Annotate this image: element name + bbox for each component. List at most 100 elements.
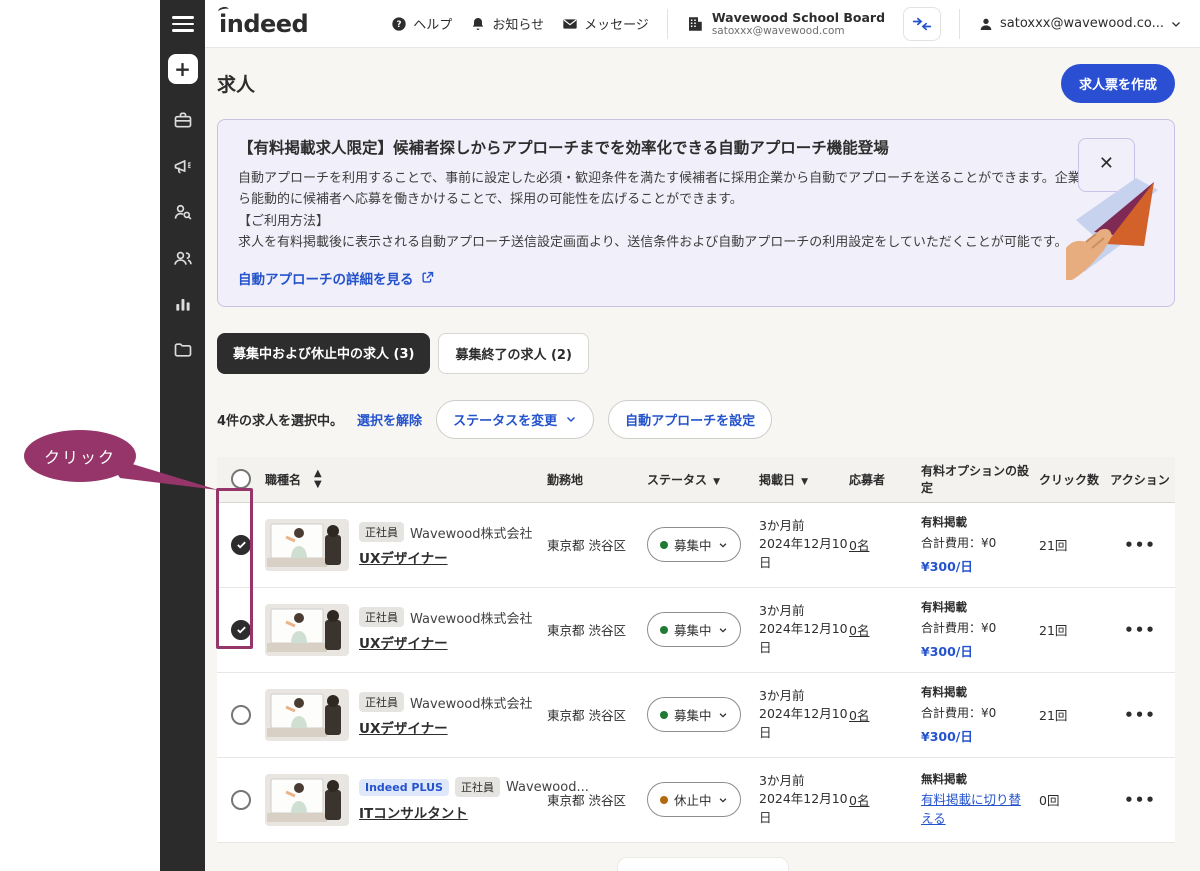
job-location: 東京都 渋谷区 — [547, 705, 647, 724]
company-name: Wavewood株式会社 — [410, 523, 532, 542]
click-count: 21回 — [1039, 705, 1107, 724]
chevron-down-icon — [718, 710, 728, 720]
candidate-search-icon[interactable] — [173, 202, 193, 222]
applicants-link[interactable]: 0名 — [849, 708, 869, 723]
listing-type: 有料掲載 — [921, 684, 1029, 700]
col-job-title[interactable]: 職種名▲▼ — [265, 468, 547, 490]
row-actions-menu[interactable]: ••• — [1124, 621, 1156, 639]
posted-relative: 3か月前 — [759, 687, 849, 706]
hamburger-menu-icon[interactable] — [172, 12, 194, 36]
employment-type-badge: 正社員 — [455, 777, 500, 797]
status-dot — [660, 626, 668, 634]
col-status[interactable]: ステータス ▼ — [647, 471, 759, 488]
col-paid-option: 有料オプションの設定 — [921, 462, 1039, 496]
switch-to-paid-link[interactable]: 有料掲載に切り替える — [921, 791, 1029, 829]
change-status-button[interactable]: ステータスを変更 — [436, 400, 594, 439]
row-checkbox[interactable] — [231, 535, 251, 555]
analytics-bar-chart-icon[interactable] — [173, 294, 193, 314]
divider — [959, 9, 960, 39]
applicants-link[interactable]: 0名 — [849, 623, 869, 638]
page-title: 求人 — [217, 70, 255, 97]
folder-icon[interactable] — [173, 340, 193, 360]
posted-relative: 3か月前 — [759, 602, 849, 621]
app-window: クリック + indeed ? ヘルプ — [0, 0, 1200, 871]
page-title-bar: 求人 求人票を作成 — [205, 48, 1200, 113]
table-header-row: 職種名▲▼ 勤務地 ステータス ▼ 掲載日 ▼ 応募者 有料オプションの設定 ク… — [217, 457, 1175, 503]
applicants-link[interactable]: 0名 — [849, 793, 869, 808]
account-block[interactable]: Wavewood School Board satoxxx@wavewood.c… — [686, 10, 885, 37]
pagination: 前へ 次へ — [205, 857, 1200, 871]
swap-arrows-icon — [912, 16, 932, 32]
row-checkbox[interactable] — [231, 790, 251, 810]
daily-budget-link[interactable]: ¥300/日 — [921, 729, 973, 744]
campaigns-megaphone-icon[interactable] — [173, 156, 193, 176]
indeed-logo[interactable]: indeed — [219, 10, 308, 38]
user-menu[interactable]: satoxxx@wavewood.co... — [978, 16, 1182, 32]
main-content: 求人 求人票を作成 ✕ 【有料掲載求人限定】候補者探しからアプローチまでを効率化… — [205, 48, 1200, 871]
job-thumbnail — [265, 519, 349, 571]
banner-body-1: 自動アプローチを利用することで、事前に設定した必須・歓迎条件を満たす候補者に採用… — [238, 168, 1118, 211]
envelope-icon — [562, 16, 578, 32]
row-checkbox[interactable] — [231, 705, 251, 725]
col-clicks: クリック数 — [1039, 471, 1107, 488]
tab-closed-jobs[interactable]: 募集終了の求人 (2) — [438, 333, 588, 374]
create-new-plus-button[interactable]: + — [168, 54, 198, 84]
candidates-people-icon[interactable] — [173, 248, 193, 268]
chevron-down-icon — [565, 413, 577, 425]
sort-down-icon: ▼ — [710, 477, 720, 487]
status-dropdown[interactable]: 休止中 — [647, 782, 741, 817]
click-count: 21回 — [1039, 535, 1107, 554]
job-title-link[interactable]: UXデザイナー — [359, 717, 448, 737]
messages-menu[interactable]: メッセージ — [562, 14, 649, 33]
click-count: 0回 — [1039, 790, 1107, 809]
svg-text:?: ? — [397, 20, 402, 30]
total-fee: 合計費用：¥0 — [921, 619, 1029, 636]
job-thumbnail — [265, 604, 349, 656]
applicants-link[interactable]: 0名 — [849, 538, 869, 553]
set-auto-approach-button[interactable]: 自動アプローチを設定 — [608, 400, 772, 439]
daily-budget-link[interactable]: ¥300/日 — [921, 644, 973, 659]
annotation-click-bubble: クリック — [24, 430, 136, 482]
posted-relative: 3か月前 — [759, 772, 849, 791]
chevron-down-icon — [1170, 18, 1182, 30]
company-name: Wavewood株式会社 — [410, 608, 532, 627]
status-dropdown[interactable]: 募集中 — [647, 527, 741, 562]
selection-count: 4件の求人を選択中。 — [217, 410, 343, 429]
jobs-briefcase-icon[interactable] — [173, 110, 193, 130]
banner-detail-link[interactable]: 自動アプローチの詳細を見る — [238, 268, 1154, 288]
status-dropdown[interactable]: 募集中 — [647, 612, 741, 647]
job-title-link[interactable]: UXデザイナー — [359, 547, 448, 567]
listing-type: 有料掲載 — [921, 599, 1029, 615]
create-job-button[interactable]: 求人票を作成 — [1061, 64, 1175, 103]
posted-date: 2024年12月10日 — [759, 790, 849, 828]
employment-type-badge: 正社員 — [359, 692, 404, 712]
row-checkbox[interactable] — [231, 620, 251, 640]
col-posted[interactable]: 掲載日 ▼ — [759, 471, 849, 488]
job-title-link[interactable]: ITコンサルタント — [359, 802, 468, 822]
col-location: 勤務地 — [547, 471, 647, 488]
notifications-menu[interactable]: お知らせ — [470, 14, 544, 33]
row-actions-menu[interactable]: ••• — [1124, 706, 1156, 724]
listing-type: 有料掲載 — [921, 514, 1029, 530]
banner-body-3: 求人を有料掲載後に表示される自動アプローチ送信設定画面より、送信条件および自動ア… — [238, 232, 1118, 253]
clear-selection-link[interactable]: 選択を解除 — [357, 410, 422, 429]
table-row: 正社員 Wavewood株式会社 UXデザイナー 東京都 渋谷区 募集中 — [217, 588, 1175, 673]
listing-type: 無料掲載 — [921, 771, 1029, 787]
row-actions-menu[interactable]: ••• — [1124, 791, 1156, 809]
select-all-checkbox[interactable] — [231, 469, 251, 489]
switch-account-button[interactable] — [903, 7, 941, 41]
daily-budget-link[interactable]: ¥300/日 — [921, 559, 973, 574]
jobs-table: 職種名▲▼ 勤務地 ステータス ▼ 掲載日 ▼ 応募者 有料オプションの設定 ク… — [217, 457, 1175, 843]
total-fee: 合計費用：¥0 — [921, 704, 1029, 721]
divider — [667, 9, 668, 39]
table-row: 正社員 Wavewood株式会社 UXデザイナー 東京都 渋谷区 募集中 — [217, 673, 1175, 758]
row-actions-menu[interactable]: ••• — [1124, 536, 1156, 554]
bell-icon — [470, 16, 486, 32]
job-title-link[interactable]: UXデザイナー — [359, 632, 448, 652]
sort-icon: ▲▼ — [314, 468, 322, 490]
help-label: ヘルプ — [413, 14, 452, 33]
status-dropdown[interactable]: 募集中 — [647, 697, 741, 732]
help-menu[interactable]: ? ヘルプ — [391, 14, 452, 33]
person-icon — [978, 16, 994, 32]
tab-open-and-paused-jobs[interactable]: 募集中および休止中の求人 (3) — [217, 333, 430, 374]
